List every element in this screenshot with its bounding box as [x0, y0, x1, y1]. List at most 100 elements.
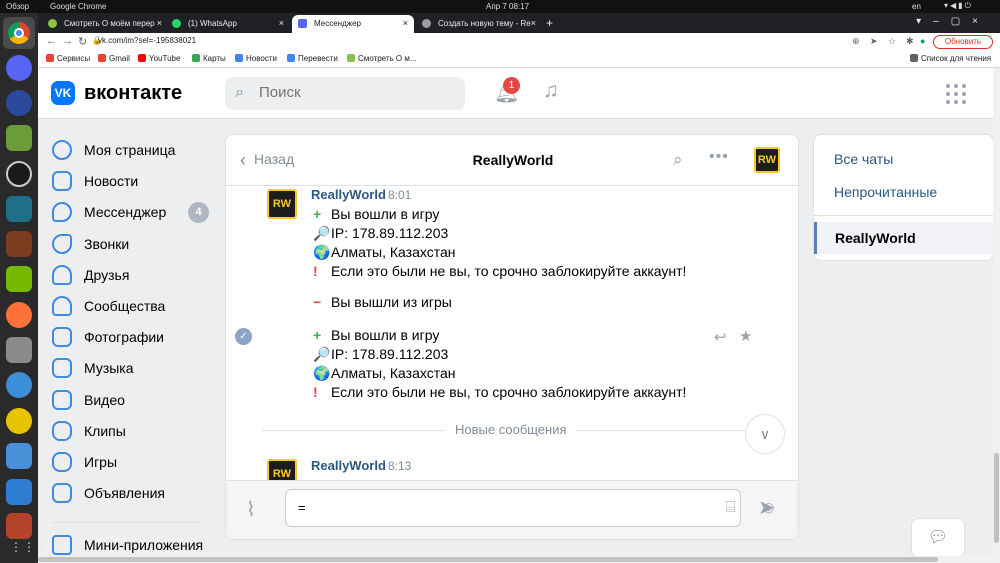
browser-tab-active[interactable]: Мессенджер × — [292, 15, 414, 33]
scrollbar-thumb[interactable] — [38, 557, 938, 562]
services-grid-icon[interactable] — [946, 84, 966, 104]
forward-arrow-icon[interactable]: → — [62, 35, 73, 47]
browser-tab[interactable]: Создать новую тему - Re × — [416, 15, 542, 33]
nav-news[interactable]: Новости — [52, 167, 222, 195]
browser-tab[interactable]: (1) WhatsApp × — [166, 15, 290, 33]
filter-all-chats[interactable]: Все чаты — [834, 151, 893, 167]
horizontal-scrollbar[interactable] — [38, 556, 993, 563]
show-apps-icon[interactable]: ⋮⋮⋮ — [10, 540, 49, 554]
dock: ⋮⋮⋮ — [0, 13, 48, 563]
youtube-icon — [138, 54, 146, 62]
wine-dock-icon[interactable] — [6, 231, 32, 257]
obs-dock-icon[interactable] — [6, 161, 32, 187]
send-icon[interactable]: ➤ — [758, 495, 775, 520]
search-box[interactable]: ⌕ — [225, 77, 465, 110]
vk-brand[interactable]: вконтакте — [84, 82, 182, 105]
nvidia-dock-icon[interactable] — [6, 266, 32, 292]
check-icon[interactable]: ✓ — [235, 328, 252, 345]
files-dock-icon[interactable] — [6, 337, 32, 363]
star-icon[interactable]: ★ — [739, 327, 752, 345]
firefox-dock-icon[interactable] — [6, 302, 32, 328]
close-tab-icon[interactable]: × — [531, 18, 536, 28]
keyboard-layout[interactable]: en — [912, 2, 921, 11]
reading-list[interactable]: Список для чтения — [910, 54, 991, 63]
sender-avatar[interactable]: RW — [267, 189, 297, 219]
nav-music[interactable]: Музыка — [52, 354, 222, 382]
browser-tab[interactable]: Смотреть О моём перер × — [42, 15, 168, 33]
camera-icon[interactable]: ⌸ — [726, 499, 736, 517]
send-icon[interactable]: ➤ — [870, 36, 878, 47]
profile-icon[interactable]: ● — [920, 36, 925, 46]
nav-photos[interactable]: Фотографии — [52, 323, 222, 351]
nav-calls[interactable]: Звонки — [52, 230, 222, 258]
bookmark-news[interactable]: Новости — [235, 54, 277, 63]
chat-search-icon[interactable]: ⌕ — [673, 150, 683, 170]
bookmark-watch[interactable]: Смотреть О м... — [347, 54, 417, 63]
bookmark-translate[interactable]: Перевести — [287, 54, 338, 63]
window-controls[interactable]: ▾–▢× — [916, 16, 990, 27]
thunderbird-dock-icon[interactable] — [6, 90, 32, 116]
update-button[interactable]: Обновить — [933, 35, 993, 49]
message-input-box[interactable]: ⌸ ☺ — [285, 489, 777, 527]
bookmark-maps[interactable]: Карты — [192, 54, 226, 63]
vk-logo-icon[interactable]: VK — [51, 81, 75, 105]
nav-communities[interactable]: Сообщества — [52, 292, 222, 320]
close-tab-icon[interactable]: × — [403, 18, 408, 28]
filter-unread[interactable]: Непрочитанные — [834, 184, 937, 200]
message-input[interactable] — [298, 500, 638, 515]
user-icon — [52, 140, 72, 160]
music-note-icon[interactable]: ♫ — [543, 79, 559, 103]
nav-messenger[interactable]: Мессенджер 4 — [52, 198, 222, 226]
nav-games[interactable]: Игры — [52, 448, 222, 476]
chat-bubble-icon[interactable]: 💬︎ — [911, 518, 965, 558]
message-line: ! Если это были не вы, то срочно заблокир… — [313, 384, 687, 400]
message-time[interactable]: 8:13 — [388, 459, 411, 473]
sender-name[interactable]: ReallyWorld — [311, 458, 386, 473]
paperclip-icon[interactable]: ⌇ — [246, 497, 256, 522]
chrome-dock-icon[interactable] — [3, 17, 35, 49]
close-tab-icon[interactable]: × — [279, 18, 284, 28]
reload-icon[interactable]: ↻ — [78, 35, 87, 48]
nav-clips[interactable]: Клипы — [52, 417, 222, 445]
url-field[interactable]: vk.com/im?sel=-195838021 — [98, 36, 196, 45]
gmail-icon — [98, 54, 106, 62]
nav-my-page[interactable]: Моя страница — [52, 136, 222, 164]
nav-friends[interactable]: Друзья — [52, 261, 222, 289]
activities-button[interactable]: Обзор — [6, 2, 29, 11]
clock[interactable]: Апр 7 08:17 — [486, 2, 529, 11]
zoom-icon[interactable]: ⊕ — [852, 36, 860, 47]
new-tab-button[interactable]: + — [546, 16, 553, 30]
steam-dock-icon[interactable] — [6, 372, 32, 398]
nav-ads[interactable]: Объявления — [52, 479, 222, 507]
games-icon — [52, 452, 72, 472]
rhythmbox-dock-icon[interactable] — [6, 408, 32, 434]
message-time[interactable]: 8:01 — [388, 188, 411, 202]
bookmark-youtube[interactable]: YouTube — [138, 54, 180, 63]
scroll-down-button[interactable]: ∨ — [745, 414, 785, 454]
reply-icon[interactable]: ↩ — [714, 328, 727, 346]
software-dock-icon[interactable] — [6, 443, 32, 469]
toolbox-dock-icon[interactable] — [6, 513, 32, 539]
chat-avatar[interactable]: RW — [754, 147, 780, 173]
scrollbar-thumb[interactable] — [994, 453, 999, 543]
active-chat-item[interactable]: ReallyWorld — [814, 222, 993, 254]
extensions-icon[interactable]: ✱ — [906, 36, 914, 47]
close-tab-icon[interactable]: × — [157, 18, 162, 28]
discord-dock-icon[interactable] — [6, 55, 32, 81]
back-arrow-icon[interactable]: ← — [46, 35, 57, 47]
nav-mini-apps[interactable]: Мини-приложения — [52, 531, 222, 559]
app-menu[interactable]: Google Chrome — [50, 2, 106, 11]
system-tray-icons[interactable]: ▾◀▮⏻ — [944, 1, 973, 11]
sender-name[interactable]: ReallyWorld — [311, 187, 386, 202]
magnifier-icon: 🔎 — [313, 225, 331, 241]
vertical-scrollbar[interactable] — [993, 68, 1000, 563]
more-options-icon[interactable]: ••• — [709, 148, 729, 166]
search-input[interactable] — [259, 84, 449, 101]
app-dock-icon[interactable] — [6, 196, 32, 222]
nav-video[interactable]: Видео — [52, 386, 222, 414]
writer-dock-icon[interactable] — [6, 479, 32, 505]
minecraft-dock-icon[interactable] — [6, 125, 32, 151]
bookmark-star-icon[interactable]: ☆ — [888, 36, 896, 47]
bookmark-services[interactable]: Сервисы — [46, 54, 90, 63]
bookmark-gmail[interactable]: Gmail — [98, 54, 130, 63]
